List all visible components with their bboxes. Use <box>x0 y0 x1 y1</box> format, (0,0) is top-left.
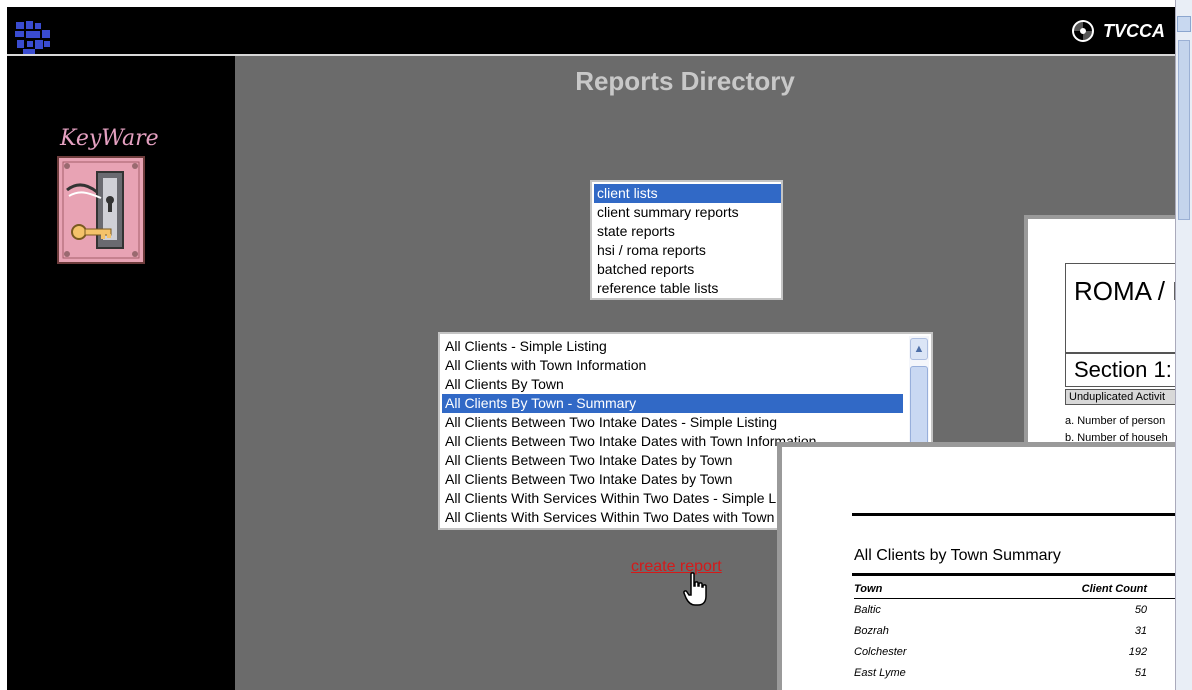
roma-band: Unduplicated Activit <box>1065 389 1192 405</box>
category-option[interactable]: state reports <box>594 222 781 241</box>
category-option[interactable]: client lists <box>594 184 781 203</box>
report-top-rule <box>852 513 1192 516</box>
category-listbox[interactable]: client lists client summary reports stat… <box>590 180 783 300</box>
column-header: Client Count <box>1040 580 1148 599</box>
table-row: East Lyme 51 <box>854 662 1192 683</box>
category-option[interactable]: batched reports <box>594 260 781 279</box>
app-logo-icon[interactable] <box>13 19 53 55</box>
column-header: Town <box>854 580 1041 599</box>
summary-report-preview: All Clients by Town Summary Town Client … <box>777 442 1192 690</box>
app-window: TVCCA KeyWare Reports Directory client l… <box>0 0 1192 690</box>
count-cell: 31 <box>1134 624 1148 637</box>
town-cell: Bozrah <box>854 624 889 637</box>
hand-cursor-icon <box>683 572 707 606</box>
town-cell: East Lyme <box>854 666 906 679</box>
table-header-row: Town Client Count T <box>854 580 1192 599</box>
window-scrollbar[interactable] <box>1175 0 1192 690</box>
scroll-up-icon[interactable]: ▲ <box>910 338 928 360</box>
report-option[interactable]: All Clients - Simple Listing <box>442 337 903 356</box>
count-cell: 192 <box>1128 645 1148 658</box>
table-row: Baltic 50 Wa <box>854 599 1192 621</box>
report-option[interactable]: All Clients with Town Information <box>442 356 903 375</box>
report-option[interactable]: All Clients Between Two Intake Dates - S… <box>442 413 903 432</box>
scroll-thumb[interactable] <box>1178 40 1190 220</box>
page-title: Reports Directory <box>575 66 795 96</box>
brand-text: TVCCA <box>1103 20 1165 41</box>
town-cell: Colchester <box>854 645 907 658</box>
table-row: Colchester 192 <box>854 641 1192 662</box>
scroll-up-icon[interactable] <box>1177 16 1191 32</box>
key-logo-icon <box>57 156 145 264</box>
swirl-logo-icon <box>1072 20 1094 42</box>
roma-title: ROMA / H <box>1065 263 1192 353</box>
category-option[interactable]: reference table lists <box>594 279 781 298</box>
town-cell: Baltic <box>854 603 881 616</box>
table-row: Bozrah 31 Ya <box>854 620 1192 641</box>
keyware-logo-text: KeyWare <box>60 126 159 151</box>
report-title-rule <box>852 573 1192 576</box>
count-cell: 50 <box>1134 603 1148 616</box>
header-bar: TVCCA <box>7 7 1175 55</box>
category-option[interactable]: client summary reports <box>594 203 781 222</box>
category-option[interactable]: hsi / roma reports <box>594 241 781 260</box>
tvcca-brand: TVCCA <box>1071 19 1165 43</box>
count-cell: 51 <box>1134 666 1148 679</box>
roma-section: Section 1: C <box>1065 353 1192 387</box>
summary-title: All Clients by Town Summary <box>854 547 1061 564</box>
summary-table: Town Client Count T Baltic 50 Wa Bozrah … <box>854 580 1192 683</box>
report-option[interactable]: All Clients By Town - Summary <box>442 394 903 413</box>
report-option[interactable]: All Clients By Town <box>442 375 903 394</box>
roma-line-a: a. Number of person <box>1065 415 1166 427</box>
sidebar <box>7 56 235 690</box>
